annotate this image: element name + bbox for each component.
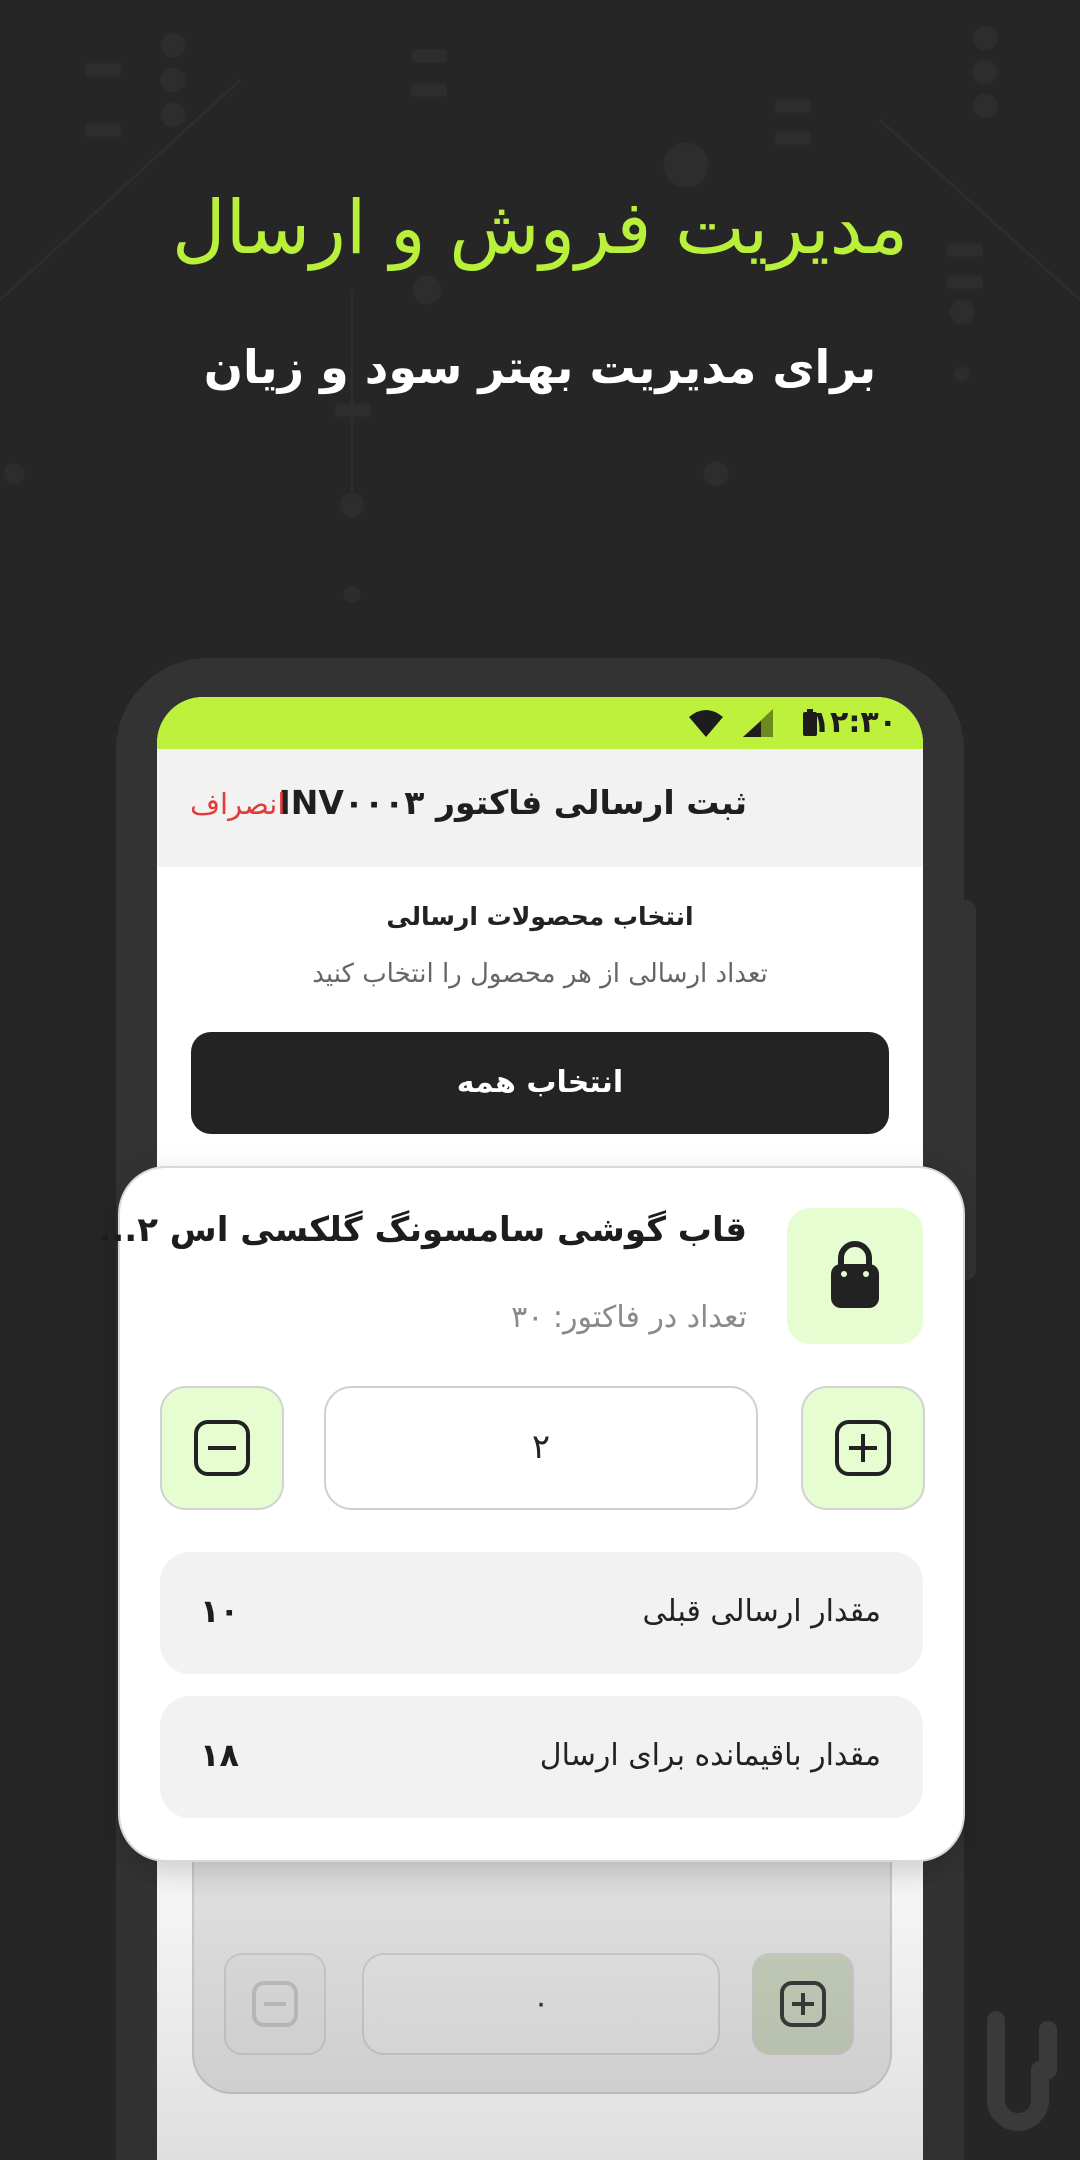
minus-icon	[194, 1420, 250, 1476]
quantity-input[interactable]: ۲	[324, 1386, 758, 1510]
previous-sent-label: مقدار ارسالی قبلی	[642, 1594, 881, 1629]
page-title: ثبت ارسالی فاکتور INV۰۰۰۳	[278, 783, 747, 822]
product-card: قاب گوشی سامسونگ گلکسی اس ۲... تعداد در …	[98, 1166, 965, 1862]
invoice-quantity: تعداد در فاکتور: ۳۰	[511, 1300, 747, 1335]
hero-subtitle: برای مدیریت بهتر سود و زیان	[203, 340, 877, 394]
plus-button[interactable]	[801, 1386, 925, 1510]
select-all-button[interactable]: انتخاب همه	[191, 1032, 889, 1134]
previous-sent-value: ۱۰	[200, 1592, 240, 1630]
previous-sent-row: مقدار ارسالی قبلی ۱۰	[160, 1552, 923, 1674]
shopping-bag-icon	[831, 1241, 879, 1308]
section-subtitle: تعداد ارسالی از هر محصول را انتخاب کنید	[312, 959, 768, 989]
section-title: انتخاب محصولات ارسالی	[386, 902, 694, 931]
status-time: ۱۲:۳۰	[811, 705, 897, 740]
plus-icon	[835, 1420, 891, 1476]
remaining-label: مقدار باقیمانده برای ارسال	[539, 1738, 881, 1773]
cancel-button[interactable]: انصراف	[190, 787, 285, 821]
signal-icon	[743, 709, 773, 737]
status-bar: ۱۲:۳۰	[157, 697, 923, 749]
app-bar: ثبت ارسالی فاکتور INV۰۰۰۳ انصراف	[157, 749, 923, 867]
remaining-row: مقدار باقیمانده برای ارسال ۱۸	[160, 1696, 923, 1818]
minus-button[interactable]	[160, 1386, 284, 1510]
battery-icon	[803, 709, 817, 736]
product-name: قاب گوشی سامسونگ گلکسی اس ۲...	[98, 1210, 747, 1250]
product-icon-box	[787, 1208, 923, 1344]
remaining-value: ۱۸	[200, 1736, 240, 1774]
hero-title: مدیریت فروش و ارسال	[171, 185, 909, 271]
store-logo-icon	[987, 2011, 1057, 2131]
wifi-icon	[689, 710, 723, 737]
